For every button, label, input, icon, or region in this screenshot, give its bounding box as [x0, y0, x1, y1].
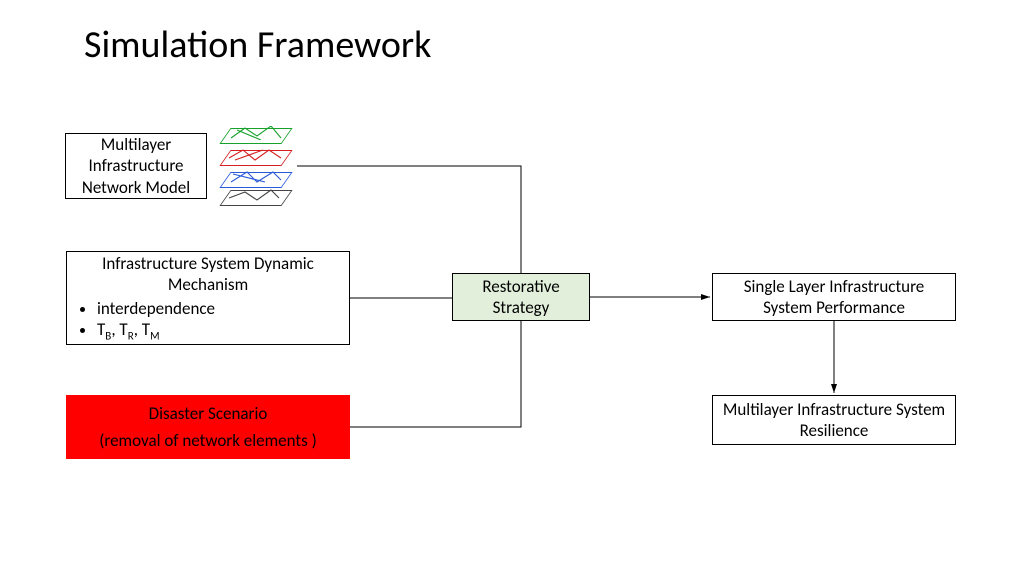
page-title: Simulation Framework — [84, 22, 431, 68]
box-restorative-strategy: Restorative Strategy — [452, 273, 590, 321]
box-disaster-scenario: Disaster Scenario (removal of network el… — [66, 395, 350, 459]
bullet-interdependence: interdependence — [97, 298, 215, 319]
box-dynamic-mechanism: Infrastructure System Dynamic Mechanism … — [66, 251, 350, 345]
disaster-line2: (removal of network elements ) — [99, 430, 317, 451]
multilayer-network-icon — [225, 128, 297, 206]
dynamic-mechanism-heading: Infrastructure System Dynamic Mechanism — [79, 253, 337, 296]
disaster-line1: Disaster Scenario — [149, 403, 268, 424]
box-multilayer-model: Multilayer Infrastructure Network Model — [65, 133, 207, 199]
box-single-layer-performance: Single Layer Infrastructure System Perfo… — [712, 273, 956, 321]
bullet-time-params: TB, TR, TM — [97, 319, 215, 343]
box-multilayer-resilience: Multilayer Infrastructure System Resilie… — [712, 395, 956, 445]
